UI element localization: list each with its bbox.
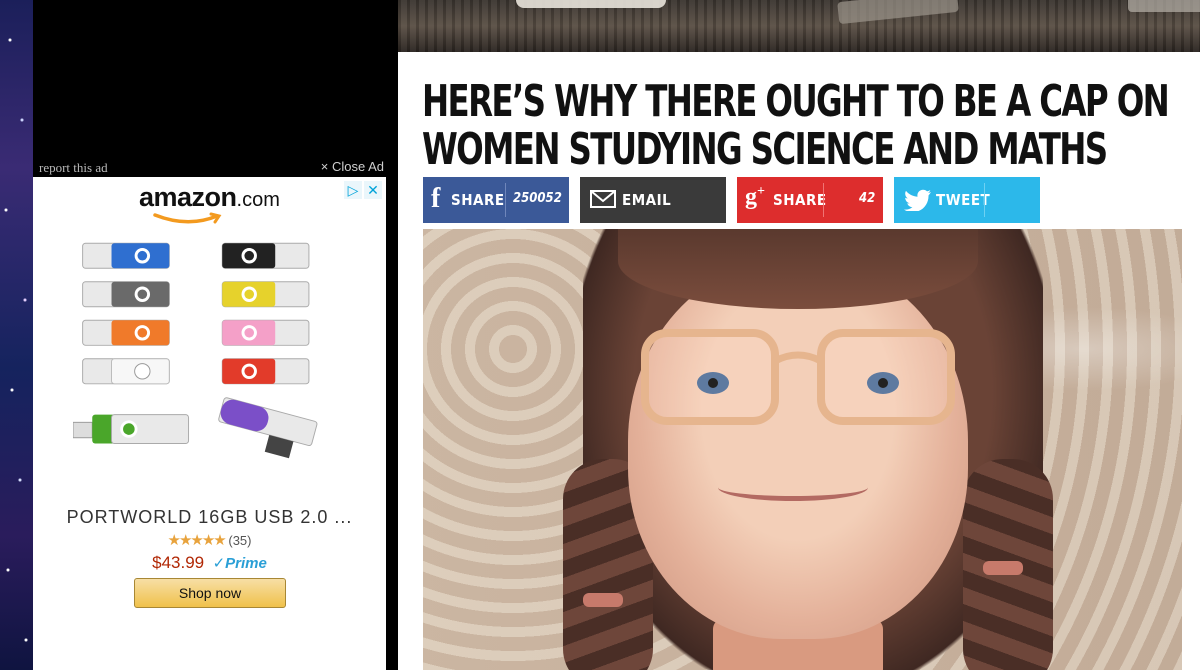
divider [505,183,506,217]
facebook-share-count: 250052 [513,191,562,206]
usb-drive-green [73,414,190,444]
gplus-share-button[interactable]: g+ SHARE 42 [737,177,883,223]
facebook-share-button[interactable]: f SHARE 250052 [423,177,569,223]
close-x-icon[interactable]: ✕ [364,181,382,199]
article: HERE’S WHY THERE OUGHT TO BE A CAP ON WO… [398,52,1200,670]
space-background [0,0,33,670]
usb-drive-orange [82,319,170,346]
email-icon [590,190,616,208]
adchoices[interactable]: ▷ ✕ [344,181,382,199]
amazon-ad[interactable]: amazon.com ▷ ✕ PORTWORLD 16GB USB 2.0 ..… [33,177,386,670]
usb-drive-gray [82,281,170,308]
amazon-suffix: .com [236,189,280,211]
google-plus-icon: g+ [745,184,765,210]
header-decoration-2 [1128,0,1200,12]
usb-drive-black [221,242,310,269]
product-title[interactable]: PORTWORLD 16GB USB 2.0 ... [33,507,386,528]
star-rating: ★★★★★ [167,532,227,549]
usb-drive-purple [218,397,318,459]
usb-drive-blue [82,242,170,269]
ad-sidebar: report this ad × Close Ad amazon.com ▷ ✕ [33,0,431,670]
face [628,259,968,639]
divider [823,183,824,217]
usb-drive-yellow [221,281,310,308]
gplus-share-label: SHARE [773,191,827,209]
glasses [641,329,955,425]
rating-count: (35) [228,533,252,548]
ad-placeholder-top [33,0,398,158]
hair-tie-left [583,593,623,607]
price-row: $43.99 ✓Prime [33,553,386,573]
smile [718,474,868,501]
site-header-banner [398,0,1200,52]
tweet-label: TWEET [936,191,991,209]
article-headline: HERE’S WHY THERE OUGHT TO BE A CAP ON WO… [422,78,1193,174]
twitter-bird-icon [904,189,931,211]
site-logo-fragment[interactable] [516,0,666,8]
divider [984,183,985,217]
close-ad-button[interactable]: × Close Ad [321,159,384,174]
usb-drive-red [221,358,310,385]
headline-line-2: WOMEN STUDYING SCIENCE AND MATHS [422,124,1108,175]
facebook-icon: f [431,183,441,214]
usb-drive-pink [221,319,310,346]
article-hero-image[interactable] [423,229,1182,670]
headline-line-1: HERE’S WHY THERE OUGHT TO BE A CAP ON [422,76,1170,127]
gplus-share-count: 42 [859,191,876,206]
amazon-logo: amazon.com [139,182,289,224]
prime-badge: ✓Prime [212,555,267,572]
twitter-tweet-button[interactable]: TWEET [894,177,1040,223]
facebook-share-label: SHARE [451,191,505,209]
usb-drive-white [82,358,170,385]
shop-now-button[interactable]: Shop now [134,578,286,608]
email-label: EMAIL [622,191,672,209]
email-share-button[interactable]: EMAIL [580,177,726,223]
ad-meta-bar: report this ad × Close Ad [39,159,384,176]
adchoices-triangle-icon[interactable]: ▷ [344,181,362,199]
report-ad-link[interactable]: report this ad [39,160,108,176]
usb-product-image [73,242,318,459]
price: $43.99 [152,553,205,572]
amazon-smile-icon [153,212,222,224]
amazon-wordmark: amazon [139,182,237,212]
hair-tie-right [983,561,1023,575]
rating-row: ★★★★★ (35) [33,531,386,549]
wood-texture [398,0,1200,52]
